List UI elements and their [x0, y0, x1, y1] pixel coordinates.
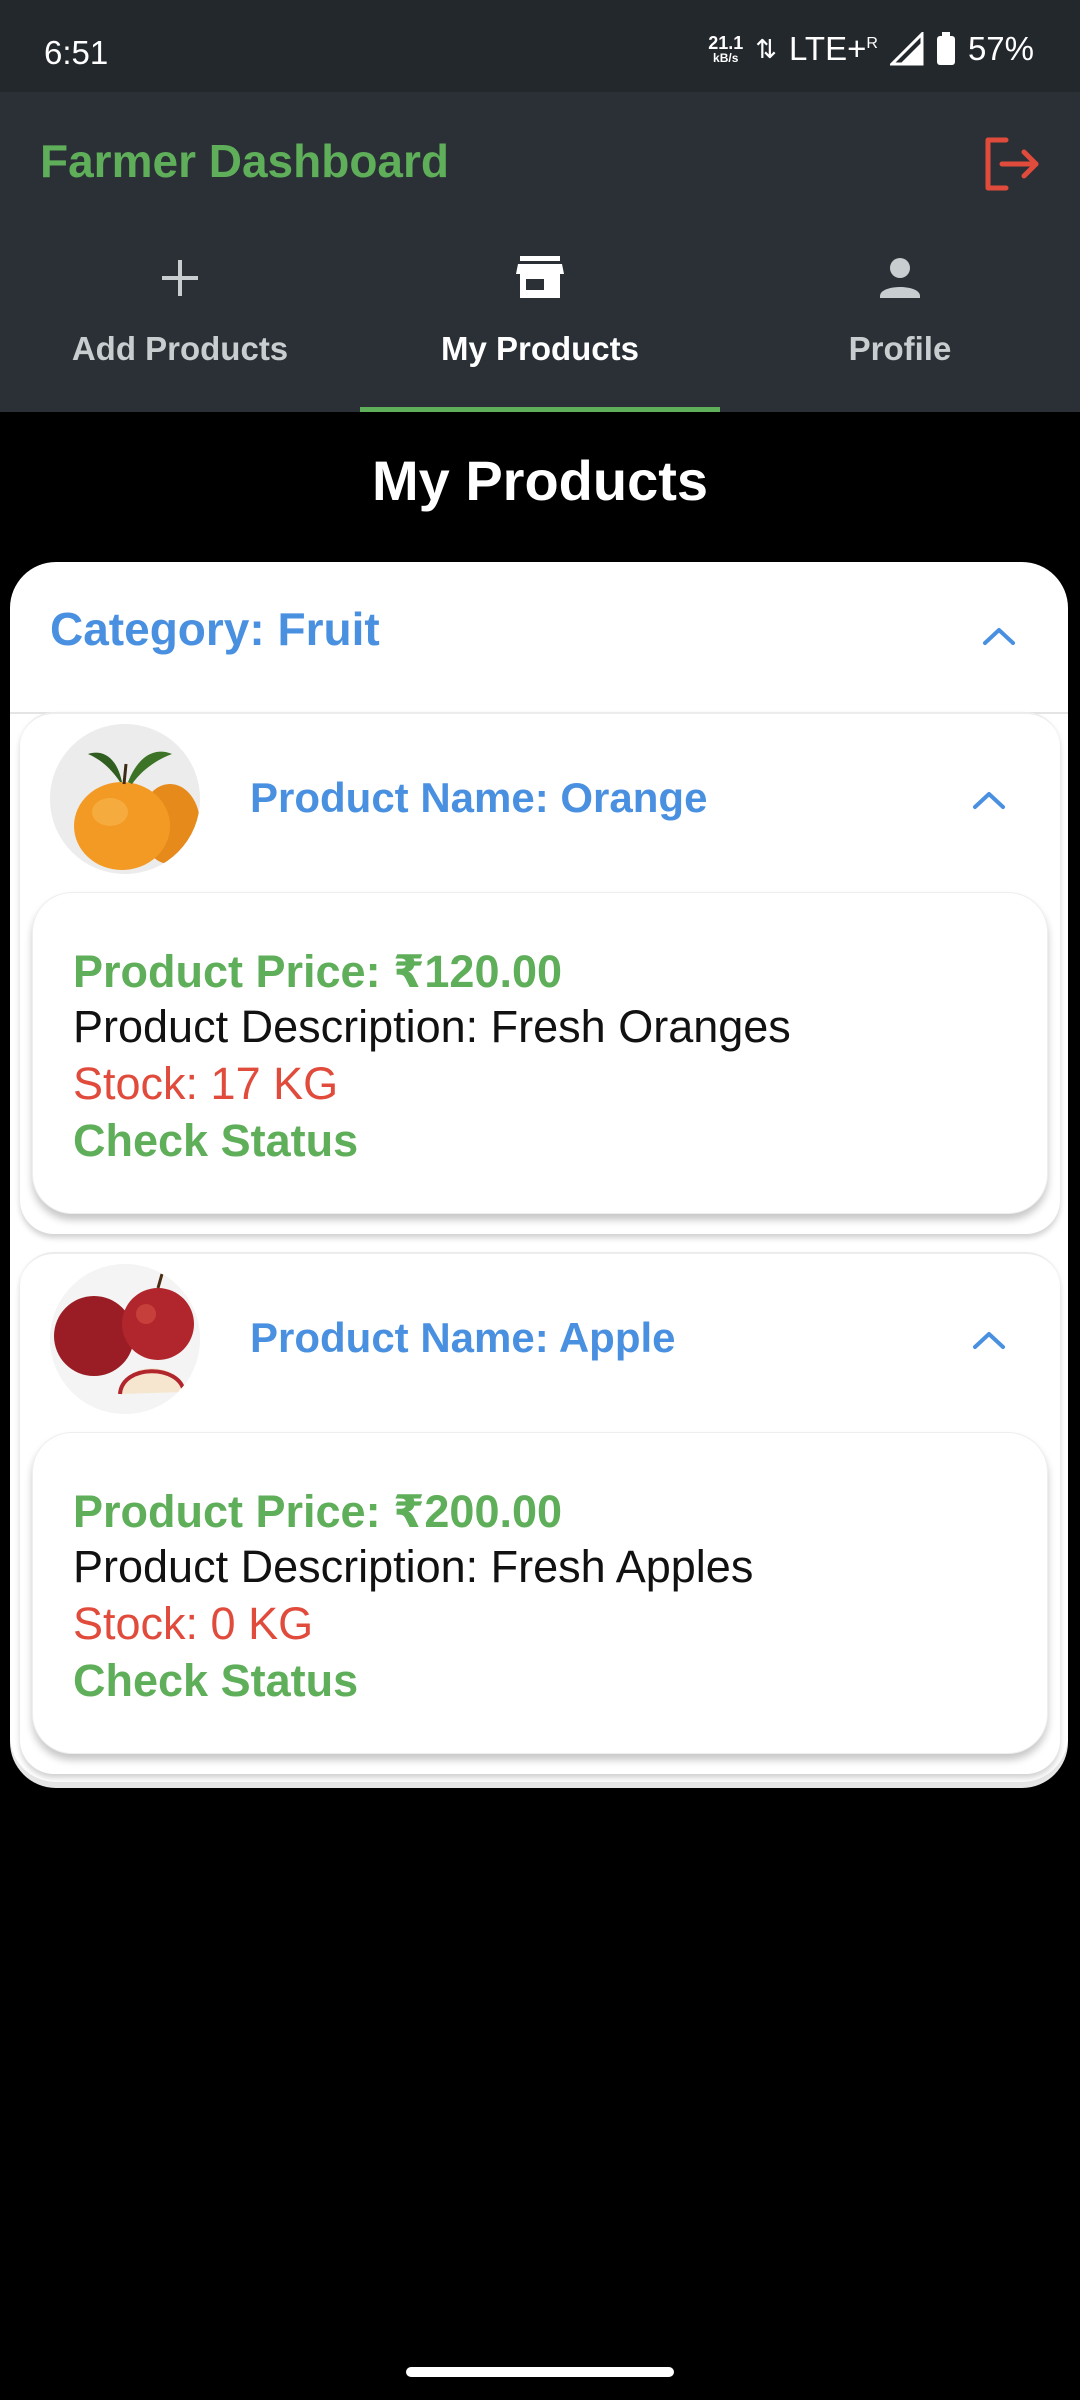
net-speed-value: 21.1 [708, 33, 744, 53]
chevron-up-icon[interactable] [970, 1328, 1008, 1352]
plus-icon [154, 252, 206, 304]
product-header[interactable]: Product Name: Apple [20, 1254, 1060, 1424]
net-speed-unit: kB/s [713, 51, 739, 65]
signal-icon [889, 32, 924, 66]
product-details: Product Price: ₹200.00 Product Descripti… [32, 1432, 1048, 1754]
status-icons: 21.1 kB/s ⇅ LTE+R 57% [708, 30, 1034, 68]
net-speed: 21.1 kB/s [708, 34, 743, 64]
person-icon [874, 252, 926, 304]
product-card-orange: Product Name: Orange Product Price: ₹120… [20, 712, 1060, 1234]
product-name: Product Name: Orange [250, 774, 708, 821]
category-card: Category: Fruit Product Name: Orange Pro… [10, 562, 1068, 1782]
roaming-indicator: R [866, 35, 878, 52]
status-bar: 6:51 21.1 kB/s ⇅ LTE+R 57% [0, 0, 1080, 92]
product-name: Product Name: Apple [250, 1314, 676, 1361]
product-price: Product Price: ₹200.00 [73, 1486, 563, 1537]
network-type: LTE+R [789, 30, 878, 68]
product-description: Product Description: Fresh Apples [73, 1541, 754, 1592]
apple-image [50, 1264, 200, 1414]
product-description: Product Description: Fresh Oranges [73, 1001, 791, 1052]
check-status-link[interactable]: Check Status [73, 1655, 358, 1707]
page-title: My Products [371, 449, 709, 512]
tab-add-products[interactable]: Add Products [0, 242, 360, 412]
check-status-link[interactable]: Check Status [73, 1115, 358, 1167]
battery-level: 57% [967, 30, 1034, 67]
tab-bar: Add Products My Products Profile [0, 242, 1080, 412]
product-details: Product Price: ₹120.00 Product Descripti… [32, 892, 1048, 1214]
chevron-up-icon[interactable] [970, 788, 1008, 812]
product-stock: Stock: 17 KG [73, 1058, 339, 1109]
tab-label: My Products [440, 330, 640, 367]
product-header[interactable]: Product Name: Orange [20, 714, 1060, 884]
product-stock: Stock: 0 KG [73, 1598, 314, 1649]
battery-icon [936, 32, 956, 66]
home-indicator[interactable] [406, 2367, 674, 2377]
logout-icon[interactable] [980, 132, 1044, 196]
store-icon [514, 252, 566, 304]
tab-profile[interactable]: Profile [720, 242, 1080, 412]
status-time: 6:51 [44, 34, 109, 71]
data-arrows-icon: ⇅ [755, 33, 778, 64]
tab-label: Add Products [71, 330, 289, 367]
category-title: Category: Fruit [50, 603, 380, 655]
chevron-up-icon[interactable] [980, 624, 1018, 648]
category-header[interactable]: Category: Fruit [10, 562, 1068, 714]
app-bar: Farmer Dashboard Add Products My Product… [0, 92, 1080, 412]
tab-my-products[interactable]: My Products [360, 242, 720, 412]
tab-label: Profile [848, 330, 952, 367]
network-label: LTE+ [789, 30, 867, 67]
app-title: Farmer Dashboard [40, 135, 450, 187]
orange-image [50, 724, 200, 874]
product-card-apple: Product Name: Apple Product Price: ₹200.… [20, 1252, 1060, 1774]
product-price: Product Price: ₹120.00 [73, 946, 563, 997]
